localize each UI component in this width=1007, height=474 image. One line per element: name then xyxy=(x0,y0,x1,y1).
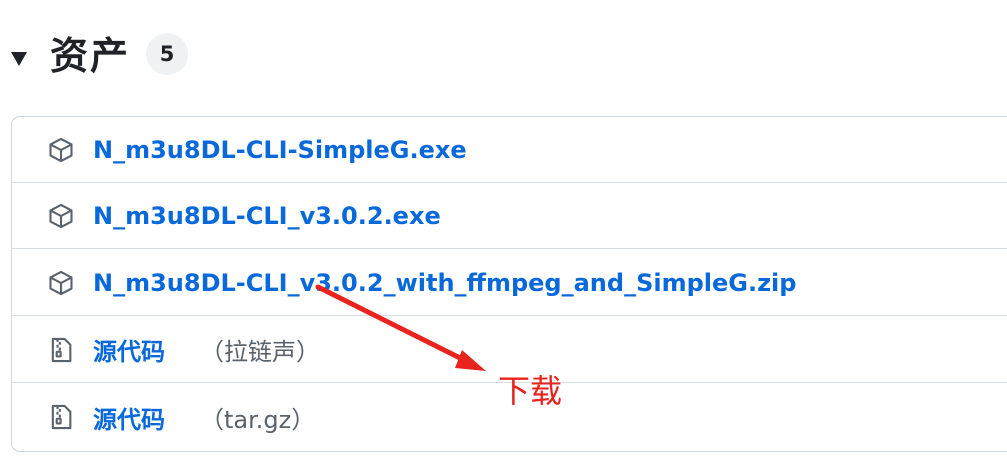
assets-count-badge: 5 xyxy=(146,33,188,75)
asset-format-label: （拉链声） xyxy=(200,338,320,366)
asset-link[interactable]: N_m3u8DL-CLI-SimpleG.exe xyxy=(93,136,467,164)
asset-row: N_m3u8DL-CLI_v3.0.2_with_ffmpeg_and_Simp… xyxy=(12,250,1007,316)
source-code-zip-link[interactable]: 源代码 xyxy=(93,332,165,367)
asset-format-label: （tar.gz） xyxy=(200,405,316,434)
file-zip-icon xyxy=(46,335,76,365)
package-icon xyxy=(46,268,76,298)
package-icon xyxy=(46,201,76,231)
file-zip-icon xyxy=(46,402,76,432)
download-annotation-label: 下载 xyxy=(498,372,563,410)
asset-row: N_m3u8DL-CLI_v3.0.2.exe xyxy=(12,183,1007,249)
asset-row: N_m3u8DL-CLI-SimpleG.exe xyxy=(12,117,1007,183)
asset-link[interactable]: N_m3u8DL-CLI_v3.0.2.exe xyxy=(93,202,441,230)
release-assets-page: 资产 5 N_m3u8DL-CLI-SimpleG.exe N_m3u8DL-C… xyxy=(0,0,1007,474)
package-icon xyxy=(46,135,76,165)
asset-link[interactable]: N_m3u8DL-CLI_v3.0.2_with_ffmpeg_and_Simp… xyxy=(93,269,796,297)
source-code-targz-link[interactable]: 源代码 xyxy=(93,400,165,435)
triangle-down-icon[interactable] xyxy=(9,49,29,69)
assets-title: 资产 xyxy=(50,34,131,78)
